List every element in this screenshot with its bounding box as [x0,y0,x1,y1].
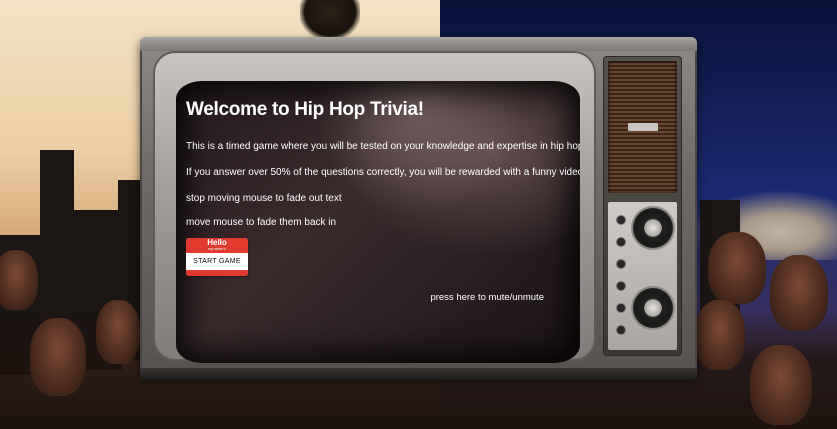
volume-dial-icon [633,288,673,328]
tv-controls [608,202,677,350]
palm-tree [300,0,360,40]
nametag-footer [186,270,248,276]
mute-toggle[interactable]: press here to mute/unmute [430,292,544,303]
game-title: Welcome to Hip Hop Trivia! [186,99,424,120]
channel-dial-icon [633,208,673,248]
artist-face [770,255,828,331]
tv-control-panel [603,56,682,356]
control-button [617,304,625,312]
artist-face [708,232,766,304]
start-game-button[interactable]: Hello my name is START GAME [186,238,248,276]
artist-face [0,250,38,310]
retro-tv: Welcome to Hip Hop Trivia! This is a tim… [140,37,697,377]
control-button [617,282,625,290]
tv-base [140,368,697,380]
intro-line: This is a timed game where you will be t… [186,141,580,152]
fade-in-hint: move mouse to fade them back in [186,217,337,228]
speaker-grille [608,61,677,193]
artist-face [96,300,140,364]
control-button [617,238,625,246]
reward-line: If you answer over 50% of the questions … [186,167,580,178]
control-button [617,326,625,334]
artist-face [30,318,86,396]
fade-out-hint: stop moving mouse to fade out text [186,193,342,204]
tv-brand-badge [628,123,658,131]
tv-top-edge [140,37,697,51]
nametag-header: Hello my name is [186,238,248,253]
artist-face [750,345,812,425]
tv-screen: Welcome to Hip Hop Trivia! This is a tim… [176,81,580,363]
control-button [617,260,625,268]
control-button [617,216,625,224]
start-game-label: START GAME [193,258,241,265]
nametag-hello: Hello [207,238,227,247]
nametag-subtitle: my name is [208,247,226,251]
artist-face [695,300,745,370]
